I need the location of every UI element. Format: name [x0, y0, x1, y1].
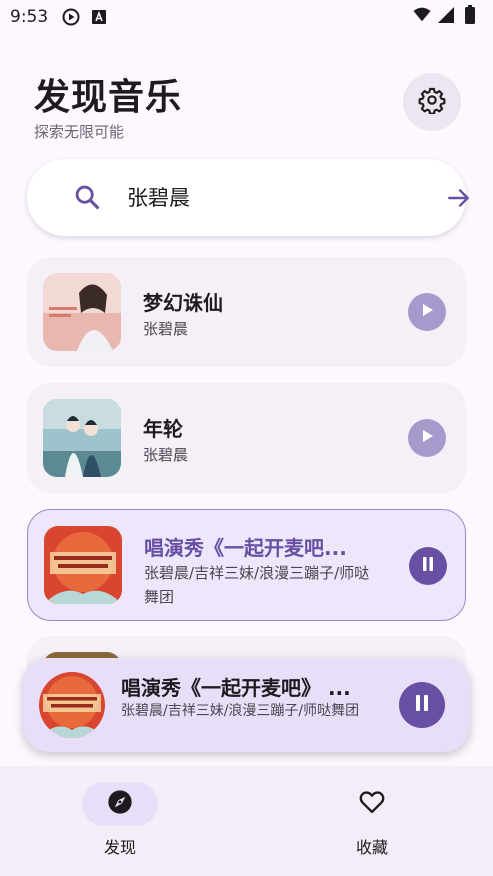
settings-button[interactable] — [403, 73, 461, 131]
now-playing-title: 唱演秀《一起开麦吧》 ... — [121, 676, 351, 700]
pause-button[interactable] — [409, 547, 447, 585]
nav-item-favorites[interactable]: 收藏 — [307, 782, 437, 862]
status-time: 9:53 — [10, 7, 49, 27]
arrow-right-icon[interactable] — [446, 185, 472, 215]
now-playing-cover — [39, 672, 105, 738]
play-circle-icon — [62, 8, 80, 26]
search-icon[interactable] — [73, 183, 101, 215]
play-button[interactable] — [408, 293, 446, 331]
song-card[interactable]: 年轮 张碧晨 — [27, 383, 466, 493]
search-bar — [27, 159, 469, 236]
song-artist: 张碧晨 — [143, 320, 189, 338]
page-subtitle: 探索无限可能 — [34, 123, 125, 141]
song-artist: 张碧晨 — [143, 446, 189, 464]
now-playing-pause-button[interactable] — [399, 682, 445, 728]
song-title: 年轮 — [143, 417, 183, 441]
now-playing-artist: 张碧晨/吉祥三妹/浪漫三蹦子/师哒舞团 — [121, 703, 360, 719]
song-artist: 张碧晨/吉祥三妹/浪漫三蹦子/师哒舞团 — [144, 564, 370, 606]
play-button[interactable] — [408, 419, 446, 457]
status-bar: 9:53 — [0, 0, 493, 34]
nav-item-discover[interactable]: 发现 — [55, 782, 185, 862]
now-playing-bar[interactable]: 唱演秀《一起开麦吧》 ... 张碧晨/吉祥三妹/浪漫三蹦子/师哒舞团 — [23, 658, 470, 752]
wifi-icon — [413, 6, 431, 24]
pause-icon — [421, 556, 435, 576]
play-icon — [419, 428, 435, 448]
song-title: 唱演秀《一起开麦吧... — [144, 536, 347, 560]
font-icon — [90, 8, 108, 26]
page-title: 发现音乐 — [34, 77, 183, 118]
album-cover — [43, 273, 121, 351]
song-card[interactable]: 梦幻诛仙 张碧晨 — [27, 257, 466, 367]
nav-label: 收藏 — [355, 838, 388, 857]
bottom-navigation: 发现 收藏 — [0, 766, 493, 876]
search-input[interactable] — [127, 181, 427, 213]
album-cover — [43, 399, 121, 477]
gear-icon — [418, 86, 446, 118]
nav-pill — [334, 782, 410, 826]
album-cover — [44, 526, 122, 604]
signal-icon — [437, 6, 455, 24]
song-card-active[interactable]: 唱演秀《一起开麦吧... 张碧晨/吉祥三妹/浪漫三蹦子/师哒舞团 — [27, 509, 466, 621]
heart-icon — [358, 788, 386, 820]
nav-label: 发现 — [103, 838, 136, 857]
play-icon — [419, 302, 435, 322]
compass-icon — [106, 788, 134, 820]
nav-pill — [82, 782, 158, 826]
song-title: 梦幻诛仙 — [143, 291, 223, 315]
battery-icon — [461, 5, 479, 24]
pause-icon — [414, 694, 430, 716]
